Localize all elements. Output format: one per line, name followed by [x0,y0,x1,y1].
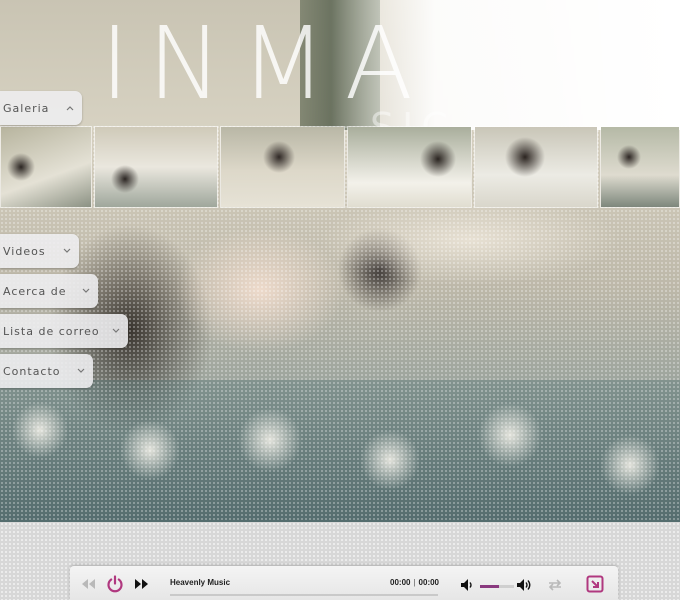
volume-low-icon[interactable] [460,578,474,592]
nav-tab-galeria[interactable]: Galeria [0,91,82,125]
power-icon[interactable] [105,574,125,594]
popout-icon[interactable] [586,575,604,593]
repeat-icon[interactable] [546,579,564,591]
chevron-down-icon [112,328,120,334]
nav-tab-acerca-de[interactable]: Acerca de [0,274,98,308]
volume-level [480,585,499,588]
gallery-thumbnail[interactable] [0,126,92,208]
thumbnail-image [347,127,471,207]
chevron-down-icon [82,288,90,294]
gallery-thumbnail[interactable] [473,126,599,208]
thumbnail-image [474,127,598,207]
gallery-thumbnail[interactable] [220,126,345,208]
nav-tab-videos[interactable]: Videos [0,234,79,268]
nav-tab-label: Videos [3,244,46,258]
music-player: Heavenly Music 00:00 | 00:00 [70,566,618,600]
nav-tab-label: Acerca de [3,284,67,298]
thumbnail-image [601,127,679,207]
nav-tab-label: Galeria [3,101,50,115]
volume-high-icon[interactable] [516,578,532,592]
thumbnail-image [1,127,91,207]
thumbnail-image [221,127,344,207]
site-title: INMA [100,5,431,122]
gallery-thumbnail[interactable] [346,126,472,208]
progress-bar[interactable] [170,594,438,596]
nav-tab-label: Contacto [3,364,61,378]
volume-slider[interactable] [480,585,514,588]
nav-tab-contacto[interactable]: Contacto [0,354,93,388]
gallery-thumbnail[interactable] [600,126,680,208]
chevron-up-icon [66,105,74,111]
gallery-thumbnail[interactable] [93,126,219,208]
time-display: 00:00 | 00:00 [390,578,439,587]
fast-forward-icon[interactable] [134,578,150,590]
current-time: 00:00 [390,578,411,587]
gallery-thumbnail-strip [0,126,680,208]
time-separator: | [413,578,416,587]
rewind-icon[interactable] [80,578,96,590]
chevron-down-icon [63,248,71,254]
track-title: Heavenly Music [170,578,231,587]
nav-tab-label: Lista de correo [3,324,100,338]
thumbnail-image [94,127,218,207]
duration: 00:00 [418,578,440,587]
chevron-down-icon [77,368,85,374]
nav-tab-lista-de-correo[interactable]: Lista de correo [0,314,128,348]
